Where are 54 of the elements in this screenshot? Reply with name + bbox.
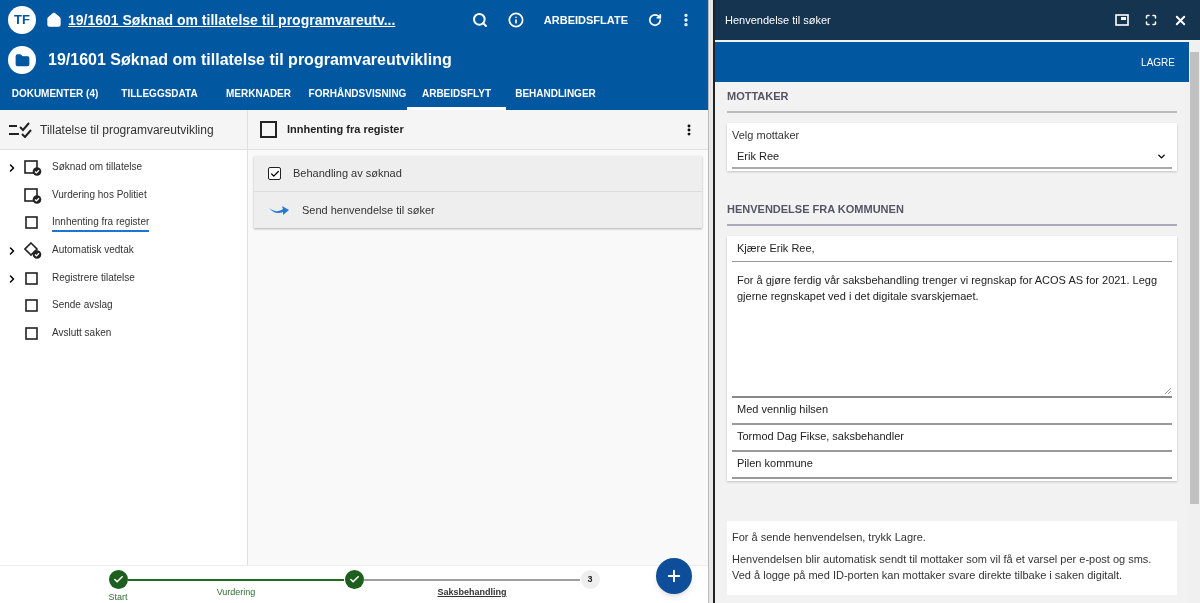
workflow-title: Tillatelse til programvareutvikling xyxy=(40,121,214,139)
action-item[interactable]: Behandling av søknad xyxy=(254,156,702,192)
info-text: Henvendelsen blir automatisk sendt til mottaker som vil få et varsel per e-post og sms. Ved å logge på med ID-porten kan mottaker svare direkte tilbake i saken digitalt. xyxy=(732,551,1153,583)
gateway-done-icon xyxy=(24,242,42,260)
panel-title: Henvendelse til søker xyxy=(725,12,831,28)
search-icon[interactable] xyxy=(471,12,488,28)
tab[interactable]: DOKUMENTER (4) xyxy=(0,80,110,110)
app-logo: TF xyxy=(8,6,36,34)
section-heading: MOTTAKER xyxy=(727,88,1177,113)
add-button[interactable] xyxy=(656,558,692,594)
signature-field[interactable]: Pilen kommune xyxy=(732,451,1172,479)
case-title: 19/1601 Søknad om tillatelse til programvareutvikling xyxy=(48,50,452,70)
plus-icon xyxy=(665,567,683,585)
tab[interactable]: FORHÅNDSVISNING xyxy=(308,80,407,110)
info-text: For å sende henvendelsen, trykk Lagre. xyxy=(732,529,927,545)
home-icon[interactable] xyxy=(46,12,62,28)
fullscreen-icon[interactable] xyxy=(1145,14,1157,26)
dock-icon[interactable] xyxy=(1115,14,1129,26)
greeting-field[interactable]: Kjære Erik Ree, xyxy=(732,235,1172,262)
signature-field[interactable]: Tormod Dag Fikse, saksbehandler xyxy=(732,424,1172,452)
action-item[interactable]: Send henvendelse til søker xyxy=(254,192,702,228)
workflow-step[interactable]: Registrere tilatelse xyxy=(52,269,135,288)
save-button[interactable]: LAGRE xyxy=(1137,54,1179,70)
folder-icon xyxy=(8,46,36,74)
tab[interactable]: TILLEGGSDATA xyxy=(110,80,209,110)
checkbox[interactable] xyxy=(260,121,277,138)
tab[interactable]: BEHANDLINGER xyxy=(506,80,605,110)
workspace-button[interactable]: ARBEIDSFLATE xyxy=(539,11,632,29)
checkbox[interactable] xyxy=(268,167,281,180)
workflow-step[interactable]: Sende avslag xyxy=(52,297,113,316)
resize-icon[interactable] xyxy=(1165,387,1171,394)
workflow-step[interactable]: Avslutt saken xyxy=(52,324,112,343)
task-done-icon xyxy=(24,159,42,176)
section-heading: HENVENDELSE FRA KOMMUNEN xyxy=(727,201,1177,226)
task-done-icon xyxy=(24,187,42,204)
step-number: 3 xyxy=(580,570,600,589)
field-label: Velg mottaker xyxy=(732,127,801,143)
arrow-icon xyxy=(268,204,290,216)
detail-title: Innhenting fra register xyxy=(287,122,404,138)
step-label: Start xyxy=(108,591,128,603)
workflow-step[interactable]: Søknad om tillatelse xyxy=(52,158,143,177)
breadcrumb-link[interactable]: 19/1601 Søknad om tillatelse til programvareutv... xyxy=(68,9,396,31)
info-icon[interactable] xyxy=(507,12,524,28)
tab[interactable]: MERKNADER xyxy=(209,80,308,110)
step-label: Saksbehandling xyxy=(437,586,507,599)
workflow-step[interactable]: Vurdering hos Politiet xyxy=(52,186,147,205)
recipient-select[interactable]: Erik Ree xyxy=(732,145,1172,169)
workflow-step[interactable]: Innhenting fra register xyxy=(52,214,150,233)
message-field[interactable]: For å gjøre ferdig vår saksbehandling trenger vi regnskap for ACOS AS for 2021. Legg gjerne regnskapet ved i det digitale svarskjemaet. xyxy=(732,261,1172,398)
checklist-icon xyxy=(8,121,32,138)
refresh-icon[interactable] xyxy=(648,13,662,27)
workflow-step[interactable]: Automatisk vedtak xyxy=(52,241,134,260)
step-label: Vurdering xyxy=(216,586,256,599)
signature-field[interactable]: Med vennlig hilsen xyxy=(732,397,1172,425)
